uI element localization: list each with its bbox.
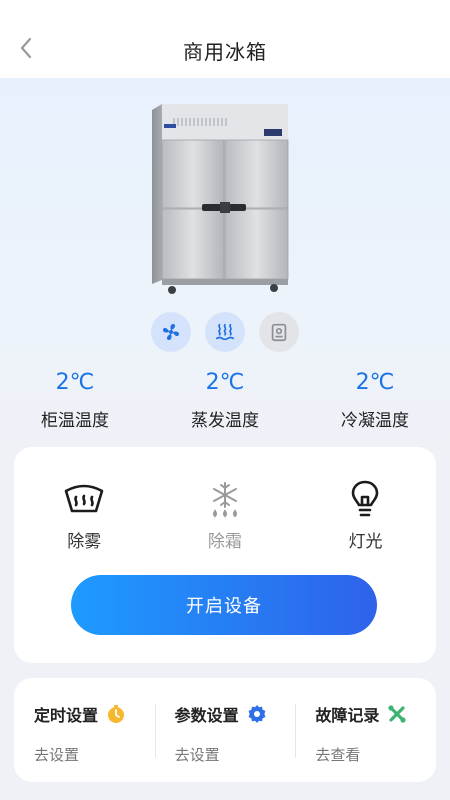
defrost-button[interactable]: 除霜: [155, 479, 296, 552]
temperature-label: 蒸发温度: [191, 411, 259, 431]
timer-settings-title: 定时设置: [34, 706, 99, 725]
snowflake-icon: [212, 482, 237, 518]
light-label: 灯光: [348, 532, 383, 552]
wrench-icon: [388, 705, 406, 723]
heat-waves-icon: [215, 323, 235, 341]
timer-settings-entry[interactable]: 定时设置 去设置: [14, 678, 155, 782]
record-mode-button[interactable]: [259, 312, 299, 352]
fault-records-title: 故障记录: [315, 706, 380, 725]
evaporator-temperature: 2℃ 蒸发温度: [150, 368, 300, 431]
control-card: 除雾 除霜 灯光 开启设备: [14, 447, 436, 663]
parameter-settings-entry[interactable]: 参数设置 去设置: [154, 678, 296, 782]
fault-records-entry[interactable]: 故障记录 去查看: [295, 678, 436, 782]
temperature-readouts: 2℃ 柜温温度 2℃ 蒸发温度 2℃ 冷凝温度: [0, 368, 450, 431]
fan-icon: [162, 323, 180, 341]
parameter-settings-link: 去设置: [174, 746, 220, 764]
defog-label: 除雾: [67, 532, 102, 552]
timer-settings-link: 去设置: [34, 746, 80, 764]
parameter-settings-title: 参数设置: [174, 706, 239, 725]
mode-icon-row: [0, 312, 450, 352]
heating-mode-button[interactable]: [205, 312, 245, 352]
function-row: 除雾 除霜 灯光: [14, 479, 436, 552]
page-title: 商用冰箱: [183, 40, 267, 64]
app-header: 商用冰箱: [0, 0, 450, 78]
fault-records-link: 去查看: [315, 746, 361, 764]
gear-icon: [248, 705, 266, 723]
shortcut-card: 定时设置 去设置 参数设置 去设置 故障记录 去查看: [14, 678, 436, 782]
temperature-label: 冷凝温度: [341, 411, 409, 431]
lightbulb-icon: [352, 480, 379, 517]
start-device-button[interactable]: 开启设备: [71, 575, 377, 635]
temperature-value: 2℃: [355, 370, 395, 395]
light-button[interactable]: 灯光: [295, 479, 436, 552]
condenser-temperature: 2℃ 冷凝温度: [300, 368, 450, 431]
fridge-image: [152, 104, 289, 294]
defog-icon: [64, 484, 104, 513]
clipboard-icon: [271, 323, 287, 342]
timer-icon: [108, 705, 125, 723]
fan-mode-button[interactable]: [151, 312, 191, 352]
temperature-value: 2℃: [55, 370, 95, 395]
cabinet-temperature: 2℃ 柜温温度: [0, 368, 150, 431]
defog-button[interactable]: 除雾: [14, 479, 155, 552]
defrost-label: 除霜: [207, 532, 242, 552]
temperature-value: 2℃: [205, 370, 245, 395]
temperature-label: 柜温温度: [41, 411, 109, 431]
